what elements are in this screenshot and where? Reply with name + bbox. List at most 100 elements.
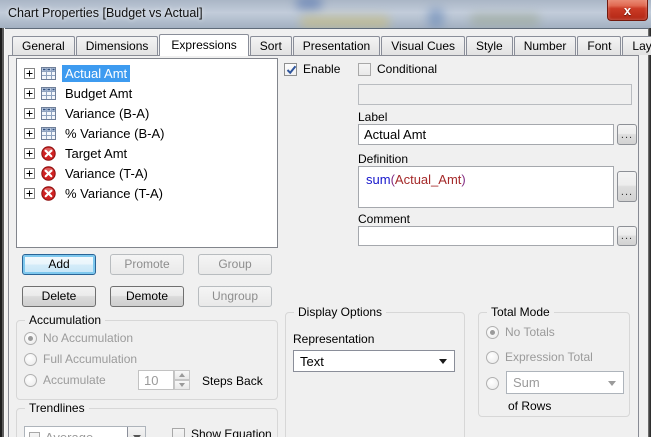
sum-combo-value: Sum [513, 375, 540, 390]
delete-button[interactable]: Delete [22, 286, 96, 307]
tab-style[interactable]: Style [466, 36, 513, 55]
error-icon [41, 165, 56, 181]
label-input[interactable]: Actual Amt [358, 124, 614, 145]
conditional-option[interactable]: Conditional [358, 62, 437, 76]
total-mode-group-title: Total Mode [487, 305, 554, 319]
conditional-checkbox-icon[interactable] [358, 62, 371, 76]
representation-value: Text [300, 353, 324, 369]
definition-function: sum [366, 172, 391, 187]
enable-option[interactable]: Enable [284, 62, 340, 76]
tab-number[interactable]: Number [513, 36, 577, 55]
accumulation-group-title: Accumulation [25, 313, 106, 327]
table-icon [41, 126, 56, 140]
tab-general[interactable]: General [12, 36, 75, 55]
expression-row[interactable]: Actual Amt [17, 63, 277, 83]
title-bar: Chart Properties [Budget vs Actual] [0, 0, 651, 29]
expression-item-label[interactable]: Budget Amt [62, 85, 135, 102]
demote-button[interactable]: Demote [110, 286, 184, 307]
promote-button: Promote [110, 254, 184, 275]
trendline-type-combo: Average [24, 426, 146, 437]
ungroup-button: Ungroup [198, 286, 272, 307]
expression-item-label[interactable]: Variance (B-A) [62, 105, 152, 122]
table-icon [41, 86, 56, 100]
tab-font[interactable]: Font [577, 36, 622, 55]
label-caption: Label [358, 110, 388, 124]
expand-plus-icon[interactable] [24, 127, 35, 139]
glass-blur-decoration [296, 0, 322, 10]
window-title: Chart Properties [Budget vs Actual] [8, 6, 203, 20]
display-options-group: Display Options [285, 305, 465, 437]
tab-strip: General Dimensions Expressions Sort Pres… [12, 33, 651, 56]
show-equation-option: Show Equation [172, 427, 272, 437]
spinner-up-icon [174, 370, 190, 380]
steps-back-label: Steps Back [202, 374, 263, 388]
tab-layout[interactable]: Layout [622, 36, 651, 55]
comment-ellipsis-button[interactable]: ... [617, 226, 637, 246]
expression-item-label[interactable]: Actual Amt [62, 64, 131, 82]
expression-row[interactable]: Variance (T-A) [17, 163, 277, 183]
chart-properties-dialog: Chart Properties [Budget vs Actual] x Ge… [0, 0, 651, 437]
expand-plus-icon[interactable] [24, 187, 35, 199]
combo-dropdown-icon [439, 359, 447, 364]
window-frame-left [0, 28, 5, 437]
table-icon [41, 66, 56, 80]
expression-row[interactable]: % Variance (B-A) [17, 123, 277, 143]
definition-caption: Definition [358, 152, 409, 166]
comment-caption: Comment [358, 212, 411, 226]
expand-plus-icon[interactable] [24, 147, 35, 159]
glass-blur-decoration [428, 8, 444, 28]
definition-ellipsis-button[interactable]: ... [617, 171, 637, 202]
expression-item-label[interactable]: % Variance (T-A) [62, 185, 166, 202]
no-accumulation-option: No Accumulation [24, 331, 133, 345]
expand-plus-icon[interactable] [24, 167, 35, 179]
glass-blur-decoration [300, 16, 390, 28]
enable-checkbox-icon[interactable] [284, 62, 297, 76]
expand-plus-icon[interactable] [24, 107, 35, 119]
table-icon [41, 106, 56, 120]
expression-row[interactable]: Target Amt [17, 143, 277, 163]
steps-back-value: 10 [138, 370, 174, 390]
add-button[interactable]: Add [22, 254, 96, 275]
representation-combo[interactable]: Text [293, 350, 455, 372]
expression-row[interactable]: Variance (B-A) [17, 103, 277, 123]
radio-icon [486, 325, 499, 339]
combo-dropdown-icon [608, 380, 616, 386]
radio-icon [486, 350, 499, 364]
conditional-expression-field [358, 84, 632, 105]
trendline-combo-label: Average [45, 429, 94, 437]
expression-row[interactable]: Budget Amt [17, 83, 277, 103]
representation-caption: Representation [293, 332, 375, 346]
trendlines-group-title: Trendlines [25, 401, 89, 415]
glass-blur-decoration [470, 14, 540, 26]
tab-visual-cues[interactable]: Visual Cues [381, 36, 466, 55]
of-rows-label: of Rows [508, 399, 552, 413]
label-ellipsis-button[interactable]: ... [617, 124, 637, 145]
tab-dimensions[interactable]: Dimensions [75, 36, 159, 55]
combo-dropdown-icon [127, 427, 145, 437]
steps-back-spinner: 10 [138, 370, 190, 390]
expression-item-label[interactable]: % Variance (B-A) [62, 125, 167, 142]
expression-row[interactable]: % Variance (T-A) [17, 183, 277, 203]
expression-item-label[interactable]: Target Amt [62, 145, 130, 162]
expression-list[interactable]: Actual Amt Budget Amt Variance (B-A) % V… [16, 58, 278, 248]
display-options-group-title: Display Options [294, 305, 387, 319]
expand-plus-icon[interactable] [24, 87, 35, 99]
aggregation-total-option [486, 377, 499, 390]
expression-item-label[interactable]: Variance (T-A) [62, 165, 151, 182]
tab-presentation[interactable]: Presentation [292, 36, 381, 55]
definition-input[interactable]: sum(Actual_Amt) [358, 166, 614, 208]
expand-plus-icon[interactable] [24, 67, 35, 79]
tab-sort[interactable]: Sort [249, 36, 292, 55]
trendline-checkbox-icon [29, 431, 40, 437]
spinner-down-icon [174, 380, 190, 390]
show-equation-checkbox-icon [172, 427, 185, 437]
sum-combo: Sum [506, 371, 624, 394]
comment-input[interactable] [358, 226, 614, 246]
expression-total-option: Expression Total [486, 350, 593, 364]
definition-field: Actual_Amt [394, 172, 462, 187]
close-button[interactable]: x [607, 0, 648, 21]
error-icon [41, 145, 56, 161]
tab-expressions[interactable]: Expressions [159, 34, 249, 56]
radio-icon [24, 373, 37, 387]
group-button: Group [198, 254, 272, 275]
